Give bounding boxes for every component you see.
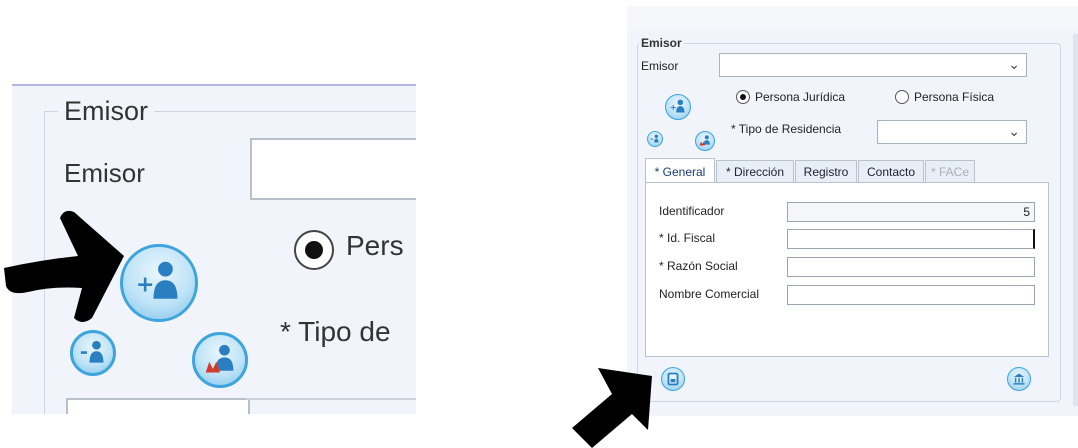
- tab-panel-general: Identificador 5 * Id. Fiscal * Razón Soc…: [645, 182, 1049, 357]
- emisor-legend: Emisor: [639, 36, 684, 50]
- person-group-icon[interactable]: [695, 131, 715, 151]
- tab-general[interactable]: * General: [645, 158, 715, 182]
- zoom-tipo-label: * Tipo de: [280, 316, 391, 347]
- nombre-comercial-field[interactable]: [787, 285, 1035, 305]
- zoom-tab-line: [246, 398, 416, 400]
- radio-persona-fisica-label: Persona Física: [914, 90, 995, 104]
- tipo-residencia-select[interactable]: ⌄: [877, 120, 1027, 144]
- emisor-label: Emisor: [641, 59, 679, 73]
- save-icon[interactable]: [661, 367, 685, 391]
- emisor-dialog: Emisor Emisor ⌄ + Persona Jurídica Perso…: [627, 6, 1078, 416]
- tipo-residencia-label: * Tipo de Residencia: [731, 122, 842, 136]
- emisor-select[interactable]: ⌄: [719, 53, 1027, 77]
- tab-registro[interactable]: Registro: [795, 160, 857, 182]
- person-group-icon[interactable]: [192, 332, 248, 388]
- dialog-header-strip: [627, 6, 1078, 30]
- radio-persona-juridica[interactable]: [736, 90, 750, 104]
- tab-direccion[interactable]: * Dirección: [716, 160, 794, 182]
- radio-persona-juridica-label: Persona Jurídica: [755, 90, 846, 104]
- person-info-icon[interactable]: [647, 131, 663, 147]
- chevron-down-icon: ⌄: [1008, 56, 1020, 72]
- tab-contacto[interactable]: Contacto: [858, 160, 924, 182]
- bank-icon[interactable]: [1007, 367, 1031, 391]
- radio-persona-fisica[interactable]: [895, 90, 909, 104]
- identificador-field[interactable]: 5: [787, 202, 1035, 222]
- pointer-arrow-bottom: [572, 368, 652, 448]
- svg-text:+: +: [670, 102, 677, 112]
- id-fiscal-label: * Id. Fiscal: [659, 231, 716, 245]
- zoom-tab-edge: [66, 398, 250, 414]
- dialog-right-edge: [1073, 34, 1078, 406]
- nombre-comercial-label: Nombre Comercial: [659, 287, 760, 301]
- zoom-emisor-label: Emisor: [64, 158, 145, 188]
- chevron-down-icon: ⌄: [1008, 123, 1020, 139]
- zoom-legend: Emisor: [58, 96, 155, 127]
- pointer-arrow-left: [4, 210, 124, 322]
- razon-social-field[interactable]: [787, 257, 1035, 277]
- identificador-label: Identificador: [659, 204, 725, 218]
- zoom-top-border: [12, 84, 416, 86]
- zoom-radio-label: Pers: [346, 230, 404, 261]
- zoom-radio-juridica[interactable]: [294, 230, 334, 270]
- svg-text:+: +: [136, 271, 155, 297]
- id-fiscal-field[interactable]: [787, 229, 1035, 249]
- add-person-icon[interactable]: +: [120, 244, 198, 322]
- razon-social-label: * Razón Social: [659, 259, 738, 273]
- add-person-icon[interactable]: +: [665, 94, 691, 120]
- zoom-emisor-select[interactable]: [250, 138, 416, 200]
- tab-face: * FACe: [925, 160, 975, 182]
